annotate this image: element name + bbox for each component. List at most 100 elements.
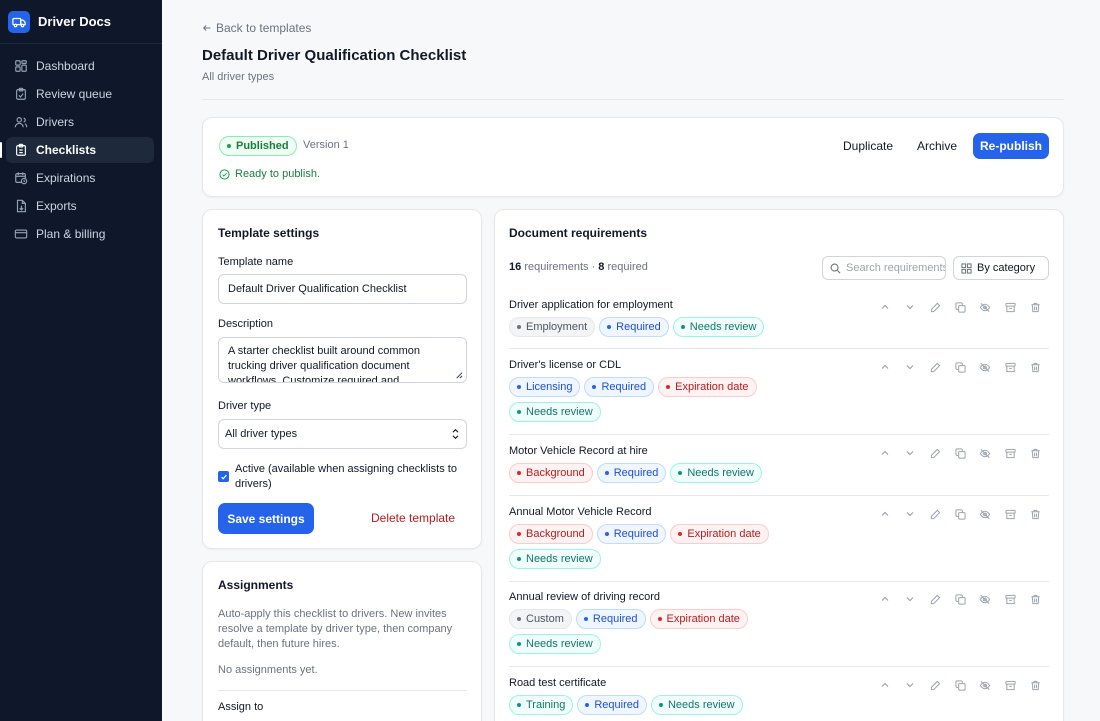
move-down-button[interactable] — [902, 591, 918, 607]
template-name-input[interactable]: Default Driver Qualification Checklist — [218, 274, 467, 304]
chevron-down-icon — [906, 451, 914, 456]
requirement-row[interactable]: Annual review of driving record Custom Req… — [509, 591, 1049, 667]
duplicate-button[interactable]: Duplicate — [843, 134, 893, 158]
edit-button[interactable] — [927, 445, 943, 461]
requirement-tags: Employment Required Needs review — [509, 317, 809, 337]
group-by-category-button[interactable]: By category — [953, 256, 1049, 280]
tag-label: Needs review — [526, 553, 593, 565]
delete-template-button[interactable]: Delete template — [371, 511, 455, 525]
requirement-name: Road test certificate — [509, 677, 607, 689]
delete-requirement-button[interactable] — [1027, 359, 1043, 375]
requirement-row[interactable]: Driver's license or CDL Licensing Required… — [509, 359, 1049, 435]
duplicate-requirement-button[interactable] — [952, 359, 968, 375]
users-icon — [14, 117, 28, 128]
requirement-row[interactable]: Road test certificate Training Required Nee… — [509, 677, 1049, 721]
duplicate-requirement-button[interactable] — [952, 506, 968, 522]
assignments-divider — [218, 690, 467, 691]
tag-label: Required — [594, 699, 639, 711]
hide-button[interactable] — [977, 445, 993, 461]
hide-button[interactable] — [977, 506, 993, 522]
tag-dot — [517, 410, 521, 414]
hide-button[interactable] — [977, 299, 993, 315]
duplicate-requirement-button[interactable] — [952, 299, 968, 315]
edit-icon — [930, 680, 940, 690]
brand[interactable]: Driver Docs — [0, 0, 162, 44]
tag-training: Training — [509, 695, 574, 715]
edit-button[interactable] — [927, 299, 943, 315]
arrow-left-icon — [202, 25, 211, 31]
copy-icon — [954, 361, 966, 373]
assignments-description: Auto-apply this checklist to drivers. Ne… — [218, 608, 453, 650]
edit-button[interactable] — [927, 591, 943, 607]
archive-requirement-button[interactable] — [1002, 506, 1018, 522]
tag-required: Required — [596, 463, 667, 483]
archive-button[interactable]: Archive — [917, 134, 957, 158]
archive-requirement-button[interactable] — [1002, 677, 1018, 693]
driver-type-select[interactable]: All driver types — [218, 419, 467, 449]
eye-off-icon — [979, 594, 991, 604]
delete-requirement-button[interactable] — [1027, 299, 1043, 315]
search-requirements-input[interactable]: Search requirements — [822, 256, 946, 280]
nav-item-expirations[interactable]: Expirations — [6, 165, 154, 191]
move-up-button[interactable] — [877, 359, 893, 375]
move-down-button[interactable] — [902, 506, 918, 522]
hide-button[interactable] — [977, 591, 993, 607]
requirement-actions — [877, 359, 1043, 375]
copy-icon — [954, 593, 966, 605]
edit-button[interactable] — [927, 506, 943, 522]
requirement-row[interactable]: Annual Motor Vehicle Record Background Req… — [509, 506, 1049, 582]
page-title: Default Driver Qualification Checklist — [202, 47, 467, 64]
hide-button[interactable] — [977, 359, 993, 375]
driver-type-label: Driver type — [218, 400, 272, 412]
tag-dot — [604, 532, 609, 536]
delete-requirement-button[interactable] — [1027, 445, 1043, 461]
republish-button[interactable]: Re-publish — [973, 133, 1049, 159]
active-checkbox[interactable] — [218, 471, 229, 482]
nav-item-review-queue[interactable]: Review queue — [6, 81, 154, 107]
ready-status: Ready to publish. — [219, 168, 320, 180]
nav-item-checklists[interactable]: Checklists — [0, 137, 154, 163]
duplicate-requirement-button[interactable] — [952, 445, 968, 461]
move-up-button[interactable] — [877, 299, 893, 315]
move-up-button[interactable] — [877, 677, 893, 693]
nav-item-drivers[interactable]: Drivers — [6, 109, 154, 135]
requirement-actions — [877, 506, 1043, 522]
move-down-button[interactable] — [902, 677, 918, 693]
duplicate-requirement-button[interactable] — [952, 591, 968, 607]
save-settings-button[interactable]: Save settings — [218, 503, 314, 534]
delete-requirement-button[interactable] — [1027, 677, 1043, 693]
move-down-button[interactable] — [902, 359, 918, 375]
requirement-row[interactable]: Motor Vehicle Record at hire Background Re… — [509, 445, 1049, 496]
description-textarea[interactable]: A starter checklist built around common … — [218, 337, 467, 383]
move-up-button[interactable] — [877, 445, 893, 461]
active-checkbox-row[interactable]: Active (available when assigning checkli… — [218, 462, 468, 492]
archive-requirement-button[interactable] — [1002, 591, 1018, 607]
required-count: 8 — [598, 261, 605, 273]
requirement-row[interactable]: Driver application for employment Employm… — [509, 299, 1049, 349]
nav-item-dashboard[interactable]: Dashboard — [6, 53, 154, 79]
requirements-count-suffix: requirements · — [524, 261, 599, 273]
requirement-name: Driver application for employment — [509, 299, 673, 311]
duplicate-requirement-button[interactable] — [952, 677, 968, 693]
move-up-button[interactable] — [877, 506, 893, 522]
hide-button[interactable] — [977, 677, 993, 693]
assignments-card: Assignments Auto-apply this checklist to… — [202, 561, 482, 721]
clipboard-list-icon — [16, 143, 26, 156]
nav-item-plan-billing[interactable]: Plan & billing — [6, 221, 154, 247]
tag-required: Required — [584, 377, 655, 397]
edit-button[interactable] — [927, 677, 943, 693]
delete-requirement-button[interactable] — [1027, 506, 1043, 522]
move-down-button[interactable] — [902, 299, 918, 315]
chevron-up-icon — [881, 304, 889, 309]
back-to-templates-link[interactable]: Back to templates — [202, 21, 311, 35]
archive-requirement-button[interactable] — [1002, 445, 1018, 461]
archive-requirement-button[interactable] — [1002, 299, 1018, 315]
edit-button[interactable] — [927, 359, 943, 375]
move-down-button[interactable] — [902, 445, 918, 461]
delete-requirement-button[interactable] — [1027, 591, 1043, 607]
tag-label: Background — [526, 467, 585, 479]
resize-handle-icon[interactable] — [454, 370, 463, 379]
move-up-button[interactable] — [877, 591, 893, 607]
archive-requirement-button[interactable] — [1002, 359, 1018, 375]
nav-item-exports[interactable]: Exports — [6, 193, 154, 219]
